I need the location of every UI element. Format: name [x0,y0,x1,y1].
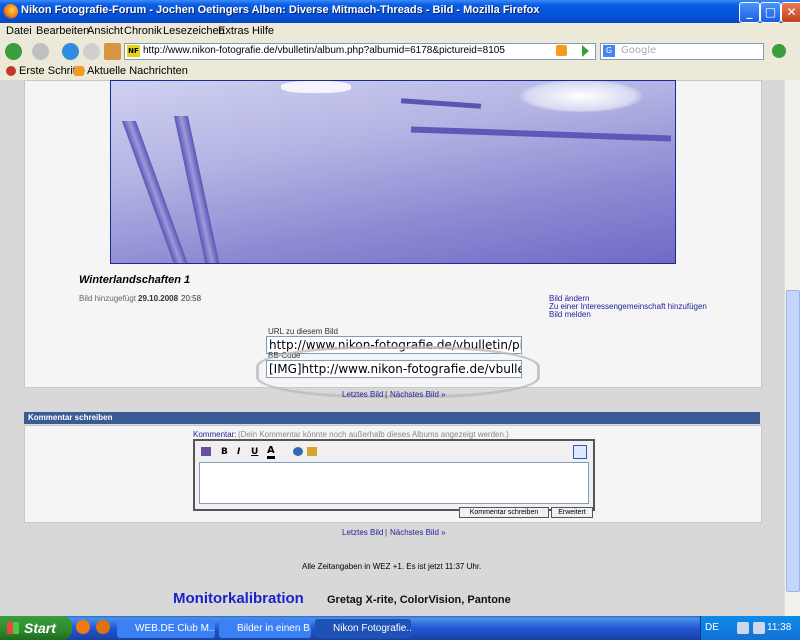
task-webde[interactable]: WEB.DE Club M... [117,619,215,638]
advanced-button[interactable]: Erweitert [551,507,593,518]
go-icon[interactable] [582,45,589,57]
comment-textarea[interactable] [199,462,589,504]
volume-icon[interactable] [753,622,765,634]
menu-bearbeiten[interactable]: Bearbeiten [36,25,89,37]
task-bilder-label: Bilder in einen B... [237,623,311,634]
windows-logo-icon [7,622,19,634]
comment-hint: (Dein Kommentar könnte noch außerhalb di… [238,430,509,439]
menu-ansicht[interactable]: Ansicht [87,25,123,37]
timezone-note: Alle Zeitangaben in WEZ +1. Es ist jetzt… [302,562,482,571]
underline-button[interactable]: U [251,447,258,457]
task-nikon-label: Nikon Fotografie... [333,623,411,634]
winter-photo [110,80,676,264]
url-label: URL zu diesem Bild [268,327,338,336]
address-text: http://www.nikon-fotografie.de/vbulletin… [143,45,505,56]
menu-lesezeichen[interactable]: Lesezeichen [163,25,225,37]
close-button[interactable]: ✕ [781,2,800,23]
comment-header-text: Kommentar schreiben [28,413,113,422]
firefox-icon [3,4,18,19]
ad-subtitle[interactable]: Gretag X-rite, ColorVision, Pantone [327,594,511,606]
bold-button[interactable]: B [221,447,228,457]
window-title: Nikon Fotografie-Forum - Jochen Oetinger… [21,4,540,16]
comment-header: Kommentar schreiben [24,412,760,424]
search-input[interactable]: G Google [600,43,764,60]
bookmarks-bar: Erste Schritte Aktuelle Nachrichten [0,62,800,81]
start-button[interactable]: Start [0,616,72,640]
added-date: 29.10.2008 [138,294,179,303]
editor-frame: B I U A [193,439,595,511]
prev-picture-link[interactable]: Letztes Bild [342,390,383,399]
italic-button[interactable]: I [237,447,240,457]
link-icon[interactable] [293,447,303,456]
page-content: Winterlandschaften 1 Bild hinzugefügt 29… [0,80,784,616]
report-picture-link[interactable]: Bild melden [549,310,591,319]
format-icon[interactable] [201,447,211,456]
added-label: Bild hinzugefügt [79,294,136,303]
rss-feed-icon [74,66,84,76]
ad-title[interactable]: Monitorkalibration [173,590,304,607]
maximize-button[interactable]: □ [760,2,781,23]
submit-comment-button[interactable]: Kommentar schreiben [459,507,549,518]
rss-icon[interactable] [556,45,567,56]
menu-bar: Datei Bearbeiten Ansicht Chronik Lesezei… [0,23,800,40]
task-nikon[interactable]: Nikon Fotografie... [315,619,411,638]
menu-hilfe[interactable]: Hilfe [252,25,274,37]
firefox-quicklaunch-icon[interactable] [76,620,90,634]
next-picture-link[interactable]: Nächstes Bild » [390,390,446,399]
system-tray: DE 11:38 [700,616,800,640]
minimize-button[interactable]: _ [739,2,760,23]
start-label: Start [24,620,56,636]
google-icon[interactable]: G [603,45,615,57]
firefox-quicklaunch-icon-2[interactable] [96,620,110,634]
reload-icon[interactable] [62,43,79,60]
prev-picture-link-bottom[interactable]: Letztes Bild [342,528,383,537]
title-bar: Nikon Fotografie-Forum - Jochen Oetinger… [0,0,800,23]
back-icon[interactable] [5,43,22,60]
expand-icon[interactable] [573,445,587,459]
scrollbar-thumb[interactable] [786,290,800,592]
search-placeholder: Google [621,45,657,56]
network-icon[interactable] [737,622,749,634]
font-color-button[interactable]: A [267,445,275,459]
bookmark-icon [6,66,16,76]
menu-chronik[interactable]: Chronik [124,25,162,37]
clock: 11:38 [767,622,792,633]
menu-datei[interactable]: Datei [6,25,32,37]
addon-icon[interactable] [772,44,786,58]
menu-extras[interactable]: Extras [218,25,249,37]
address-bar[interactable]: NF http://www.nikon-fotografie.de/vbulle… [124,43,596,60]
home-icon[interactable] [104,43,121,60]
bookmark-aktuelle-nachrichten[interactable]: Aktuelle Nachrichten [87,65,188,77]
language-indicator[interactable]: DE [705,622,719,633]
nav-separator: | [385,390,388,399]
picture-title: Winterlandschaften 1 [79,274,191,286]
comment-label: Kommentar: [193,430,237,439]
site-favicon: NF [127,45,140,57]
next-picture-link-bottom[interactable]: Nächstes Bild » [390,528,446,537]
stop-icon[interactable] [83,43,100,60]
added-time: 20:58 [181,294,202,303]
task-bilder[interactable]: Bilder in einen B... [219,619,311,638]
nav-separator-bottom: | [385,528,388,537]
image-icon[interactable] [307,447,317,456]
forward-icon[interactable] [32,43,49,60]
task-webde-label: WEB.DE Club M... [135,623,215,634]
